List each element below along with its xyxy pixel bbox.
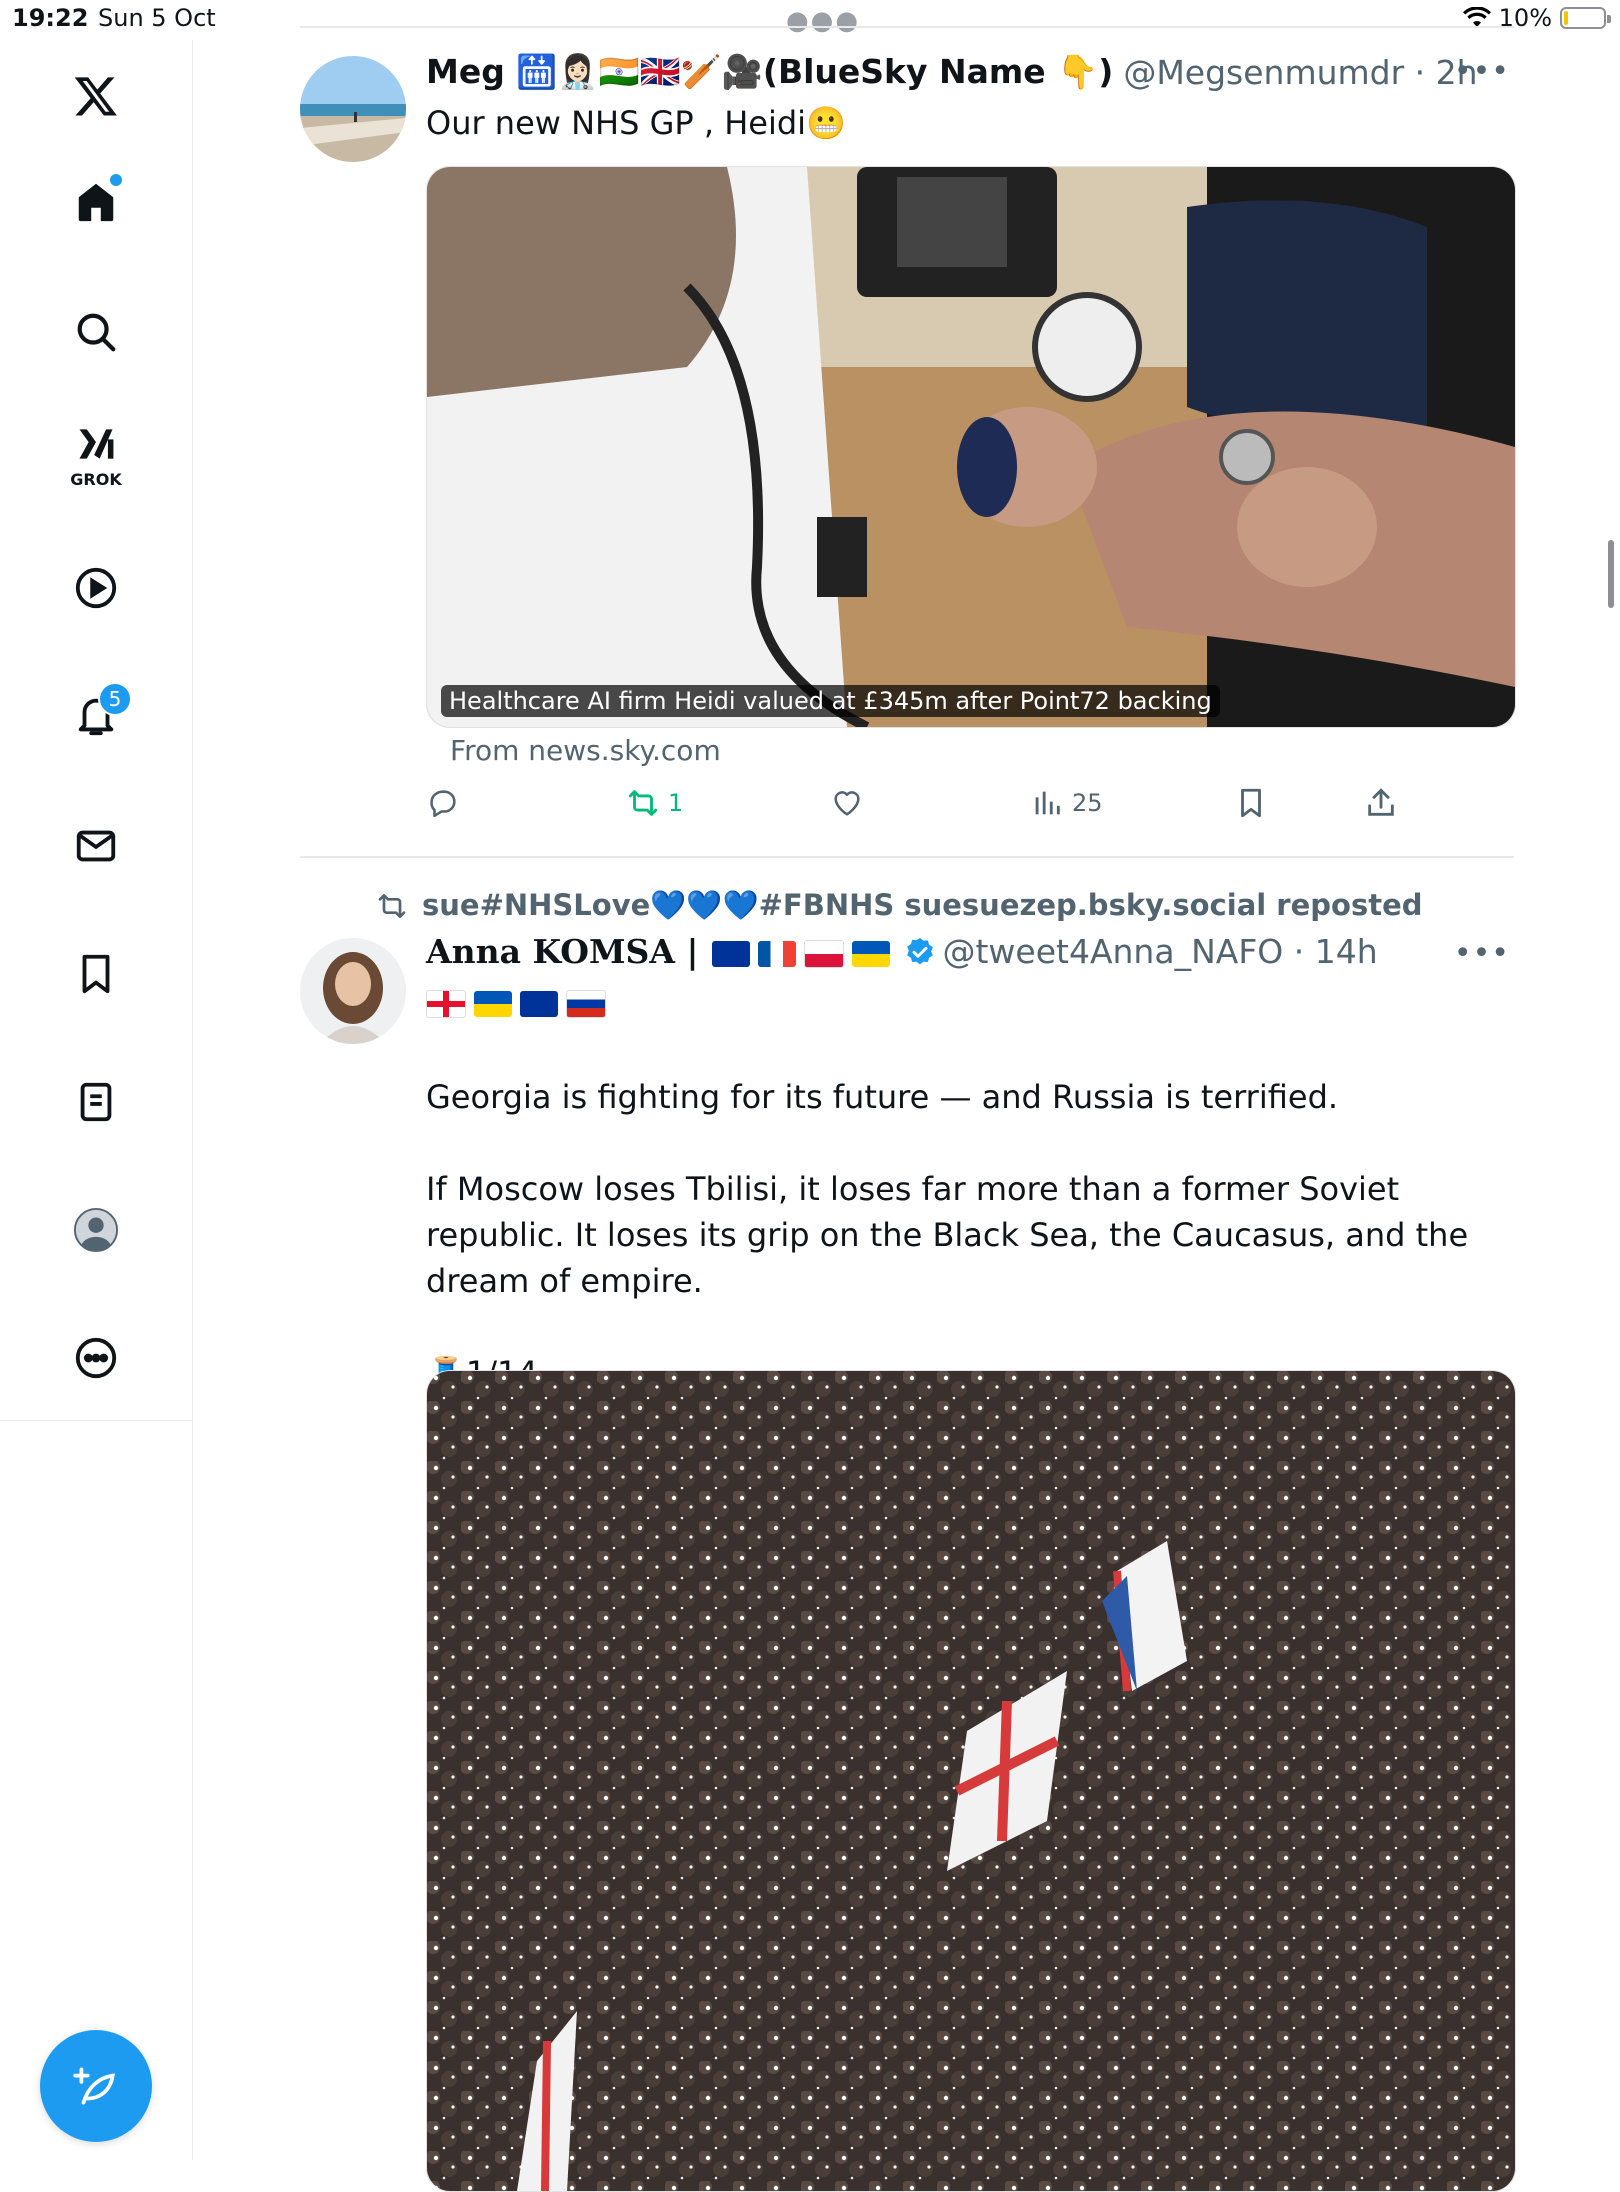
grok-icon[interactable]: GROK xyxy=(60,418,132,490)
home-unread-dot xyxy=(110,174,122,186)
compose-quill-icon xyxy=(73,2067,115,2105)
georgia-flag-icon xyxy=(426,990,466,1018)
link-card-image[interactable]: Healthcare AI firm Heidi valued at £345m… xyxy=(426,166,1516,728)
sidebar-nav: GROK 5 xyxy=(0,40,193,2160)
media-caption: Healthcare AI firm Heidi valued at £345m… xyxy=(441,685,1220,717)
heart-icon xyxy=(834,791,860,816)
avatar[interactable] xyxy=(300,938,406,1044)
tweet-actions: 1 25 xyxy=(426,786,1426,830)
share-button[interactable] xyxy=(1364,786,1398,820)
home-icon[interactable] xyxy=(60,166,132,238)
tweet-divider xyxy=(300,856,1514,858)
sidebar-divider xyxy=(0,1420,192,1421)
france-flag-icon xyxy=(758,940,797,967)
status-date: Sun 5 Oct xyxy=(98,4,216,32)
verified-badge-icon xyxy=(904,936,936,968)
tweet-header: Meg 🛗👩🏻‍⚕️🇮🇳🇬🇧🏏🎥(BlueSky Name 👇) @Megsen… xyxy=(426,52,1478,92)
lists-icon[interactable] xyxy=(60,1066,132,1138)
status-time: 19:22 xyxy=(12,4,89,32)
messages-icon[interactable] xyxy=(60,810,132,882)
bookmark-icon xyxy=(1241,788,1261,818)
like-button[interactable] xyxy=(830,786,864,820)
notifications-icon[interactable]: 5 xyxy=(60,680,132,752)
timestamp[interactable]: 14h xyxy=(1315,932,1378,971)
grok-label: GROK xyxy=(70,470,122,489)
video-icon[interactable] xyxy=(60,552,132,624)
tweet-header: Anna KOMSA | @tweet4Anna_NAFO · 14h xyxy=(426,932,1378,971)
more-icon[interactable]: ••• xyxy=(1454,54,1510,89)
retweet-icon xyxy=(628,790,658,816)
compose-post-button[interactable] xyxy=(40,2030,152,2142)
tweet-text: Our new NHS GP , Heidi😬 xyxy=(426,104,846,142)
name-flags xyxy=(712,932,898,971)
views-button[interactable]: 25 xyxy=(1030,786,1103,820)
avatar[interactable] xyxy=(300,56,406,162)
x-logo-icon[interactable] xyxy=(60,60,132,132)
profile-avatar-icon[interactable] xyxy=(60,1194,132,1266)
more-options-icon[interactable] xyxy=(60,1322,132,1394)
search-icon[interactable] xyxy=(60,296,132,368)
eu-flag-icon xyxy=(712,940,751,967)
retweet-button[interactable]: 1 xyxy=(626,786,683,820)
retweet-count: 1 xyxy=(668,789,684,817)
scrollbar-thumb[interactable] xyxy=(1608,540,1614,608)
views-icon xyxy=(1035,791,1060,815)
reposted-by-text[interactable]: sue#NHSLove💙💙💙#FBNHS suesuezep.bsky.soci… xyxy=(422,888,1423,923)
reply-icon xyxy=(430,790,456,818)
poland-flag-icon xyxy=(804,939,845,968)
ukraine-flag-icon xyxy=(474,991,512,1017)
battery-level xyxy=(1564,11,1568,25)
repost-indicator: sue#NHSLove💙💙💙#FBNHS suesuezep.bsky.soci… xyxy=(376,888,1423,923)
handle[interactable]: @Megsenmumdr xyxy=(1123,53,1404,92)
doctor-bp-image xyxy=(427,167,1515,727)
tweet-video[interactable] xyxy=(426,1370,1516,2192)
name-flags-row xyxy=(426,990,614,1018)
crowd-protest-image xyxy=(427,1371,1515,2191)
display-name[interactable]: Meg 🛗👩🏻‍⚕️🇮🇳🇬🇧🏏🎥(BlueSky Name 👇) xyxy=(426,52,1113,92)
notifications-badge: 5 xyxy=(98,682,132,716)
repost-icon xyxy=(378,893,406,918)
handle[interactable]: @tweet4Anna_NAFO xyxy=(942,932,1283,971)
bookmarks-icon[interactable] xyxy=(60,938,132,1010)
russia-flag-icon xyxy=(566,990,606,1018)
views-count: 25 xyxy=(1072,789,1103,817)
link-source[interactable]: From news.sky.com xyxy=(450,734,721,767)
more-icon[interactable]: ••• xyxy=(1454,936,1510,971)
timeline-feed: Meg 🛗👩🏻‍⚕️🇮🇳🇬🇧🏏🎥(BlueSky Name 👇) @Megsen… xyxy=(300,0,1516,2192)
share-icon xyxy=(1368,788,1394,816)
bookmark-button[interactable] xyxy=(1234,786,1268,820)
display-name[interactable]: Anna KOMSA | xyxy=(426,932,698,971)
top-divider xyxy=(300,26,1514,28)
ukraine-flag-icon xyxy=(852,940,891,967)
tweet-text: Georgia is fighting for its future — and… xyxy=(426,1078,1469,1392)
battery-icon xyxy=(1560,7,1611,29)
reply-button[interactable] xyxy=(426,786,460,820)
eu-flag-icon xyxy=(520,991,558,1017)
